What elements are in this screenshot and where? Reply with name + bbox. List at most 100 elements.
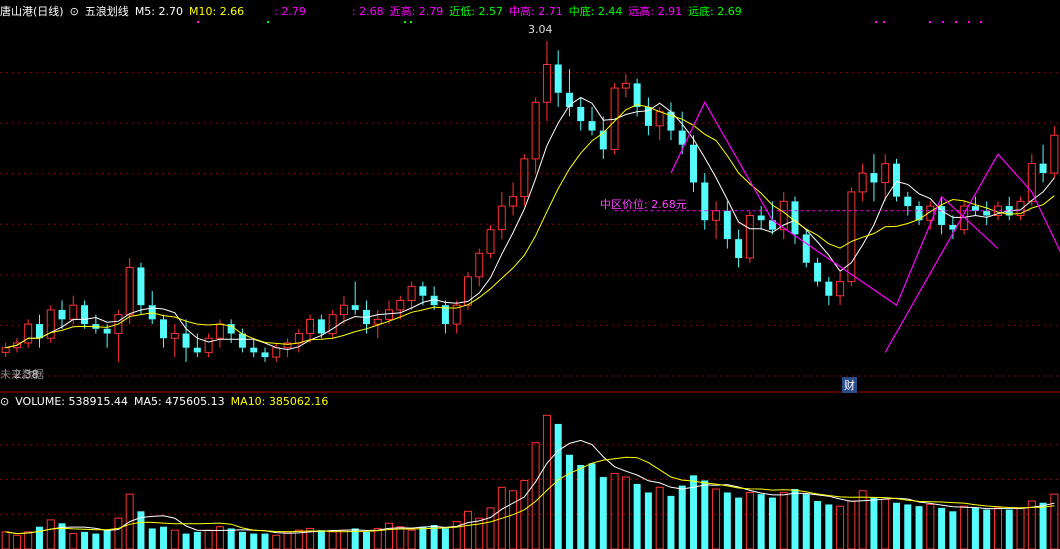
finance-marker[interactable]: 财 <box>842 377 857 393</box>
signal-dot <box>968 21 970 23</box>
far-high: 远高: 2.91 <box>628 5 683 18</box>
candle-body-up <box>655 111 664 127</box>
candle-body-up <box>69 304 78 320</box>
volume-bar-up <box>1027 500 1036 549</box>
volume-bar-up <box>712 488 721 549</box>
volume-bar-down <box>362 531 370 549</box>
indicator-name[interactable]: 五浪划线 <box>85 5 129 18</box>
volume-ma5: MA5: 475605.13 <box>133 395 225 408</box>
volume-bar-up <box>328 531 337 549</box>
candle-body-down <box>351 305 359 310</box>
volume-bar-up <box>610 473 619 549</box>
volume-bar-down <box>103 530 111 549</box>
signal-dot <box>929 21 931 23</box>
volume-bar-down <box>892 502 900 549</box>
near-low: 近低: 2.57 <box>449 5 503 18</box>
value-1: : 2.79 <box>274 5 306 18</box>
candle-body-up <box>339 304 348 316</box>
m10-value: M10: 2.66 <box>189 5 245 18</box>
indicator-toggle-icon[interactable]: ⊙ <box>70 5 79 18</box>
volume-bar-down <box>915 506 923 549</box>
volume-bar-down <box>565 454 573 549</box>
volume-bar-down <box>193 531 201 549</box>
volume-bar-down <box>35 526 43 549</box>
volume-toggle-icon[interactable]: ⊙ <box>0 395 9 408</box>
volume-bar-up <box>520 479 529 549</box>
volume-bar-up <box>385 522 394 549</box>
candle-body-down <box>103 328 111 334</box>
volume-bar-down <box>825 504 833 549</box>
candle-body-down <box>870 173 878 183</box>
volume-bar-down <box>1005 509 1013 549</box>
stock-name[interactable]: 唐山港(日线) <box>0 5 64 18</box>
candle-body-down <box>58 309 66 320</box>
candle-body-up <box>1 347 10 353</box>
volume-header: ⊙ VOLUME: 538915.44 MA5: 475605.13 MA10: 38… <box>0 394 334 409</box>
volume-bar-up <box>655 486 664 549</box>
mid-high: 中高: 2.71 <box>509 5 563 18</box>
candle-body-down <box>160 319 168 339</box>
candle-body-down <box>971 206 979 211</box>
volume-bar-up <box>283 531 292 549</box>
volume-bar-down <box>148 528 156 549</box>
volume-bar-up <box>542 414 551 549</box>
volume-bar-down <box>1039 502 1047 549</box>
candle-body-down <box>419 286 427 296</box>
signal-dot <box>267 21 269 23</box>
candle-body-down <box>938 206 946 225</box>
candle-body-down <box>238 333 246 348</box>
volume-bar-up <box>779 491 788 549</box>
candle-body-up <box>745 215 754 259</box>
volume-bar-down <box>238 531 246 549</box>
peak-price-label: 3.04 <box>528 23 553 36</box>
candle-body-down <box>35 324 43 339</box>
candle-body-up <box>407 285 416 301</box>
candle-body-up <box>373 318 382 325</box>
candle-body-down <box>261 352 269 358</box>
volume-bar-up <box>114 517 123 549</box>
candle-body-down <box>892 163 900 197</box>
candle-body-down <box>633 83 641 107</box>
value-2: : 2.68 <box>351 5 384 18</box>
candle-body-down <box>81 305 89 325</box>
volume-bar-up <box>836 505 845 549</box>
mid-zone-price-label: 中区价位: 2.68元 <box>600 198 687 211</box>
wave-line-recent <box>884 153 1060 353</box>
volume-bar-down <box>768 497 776 549</box>
volume-bar-up <box>531 442 540 549</box>
candle-body-down <box>814 262 822 282</box>
kline-svg[interactable] <box>0 0 1060 549</box>
signal-dot <box>980 21 982 23</box>
volume-bar-up <box>24 531 33 549</box>
volume-bar-down <box>317 530 325 549</box>
volume-bar-down <box>814 501 822 549</box>
candle-body-down <box>182 333 190 348</box>
candle-body-down <box>983 210 991 216</box>
volume-bars <box>1 414 1059 549</box>
volume-bar-down <box>983 509 991 549</box>
candle-body-down <box>1039 163 1047 174</box>
volume-ma10: MA10: 385062.16 <box>230 395 329 408</box>
candles <box>1 40 1059 362</box>
volume-bar-up <box>407 529 416 549</box>
candle-body-up <box>621 82 630 89</box>
far-low: 远底: 2.69 <box>688 5 742 18</box>
volume-bar-up <box>1 531 10 549</box>
future-data-label[interactable]: 未来数据 <box>0 366 44 382</box>
m5-value: M5: 2.70 <box>134 5 183 18</box>
candle-body-up <box>215 323 224 339</box>
volume-bar-up <box>46 519 55 549</box>
volume-bar-up <box>373 527 382 549</box>
candle-body-up <box>881 163 890 183</box>
volume-bar-up <box>12 534 21 549</box>
volume-bar-down <box>554 423 562 549</box>
volume-bar-up <box>1050 493 1059 549</box>
candle-body-up <box>486 229 495 254</box>
candle-body-up <box>509 196 518 207</box>
candle-body-up <box>858 172 867 193</box>
kline-chart-window[interactable]: 唐山港(日线) ⊙ 五浪划线 M5: 2.70 M10: 2.66 : 2.79 : 2.6… <box>0 0 1060 549</box>
candle-body-up <box>475 252 484 278</box>
signal-dot <box>404 21 406 23</box>
candle-body-up <box>1050 134 1059 174</box>
volume-bar-up <box>170 529 179 549</box>
